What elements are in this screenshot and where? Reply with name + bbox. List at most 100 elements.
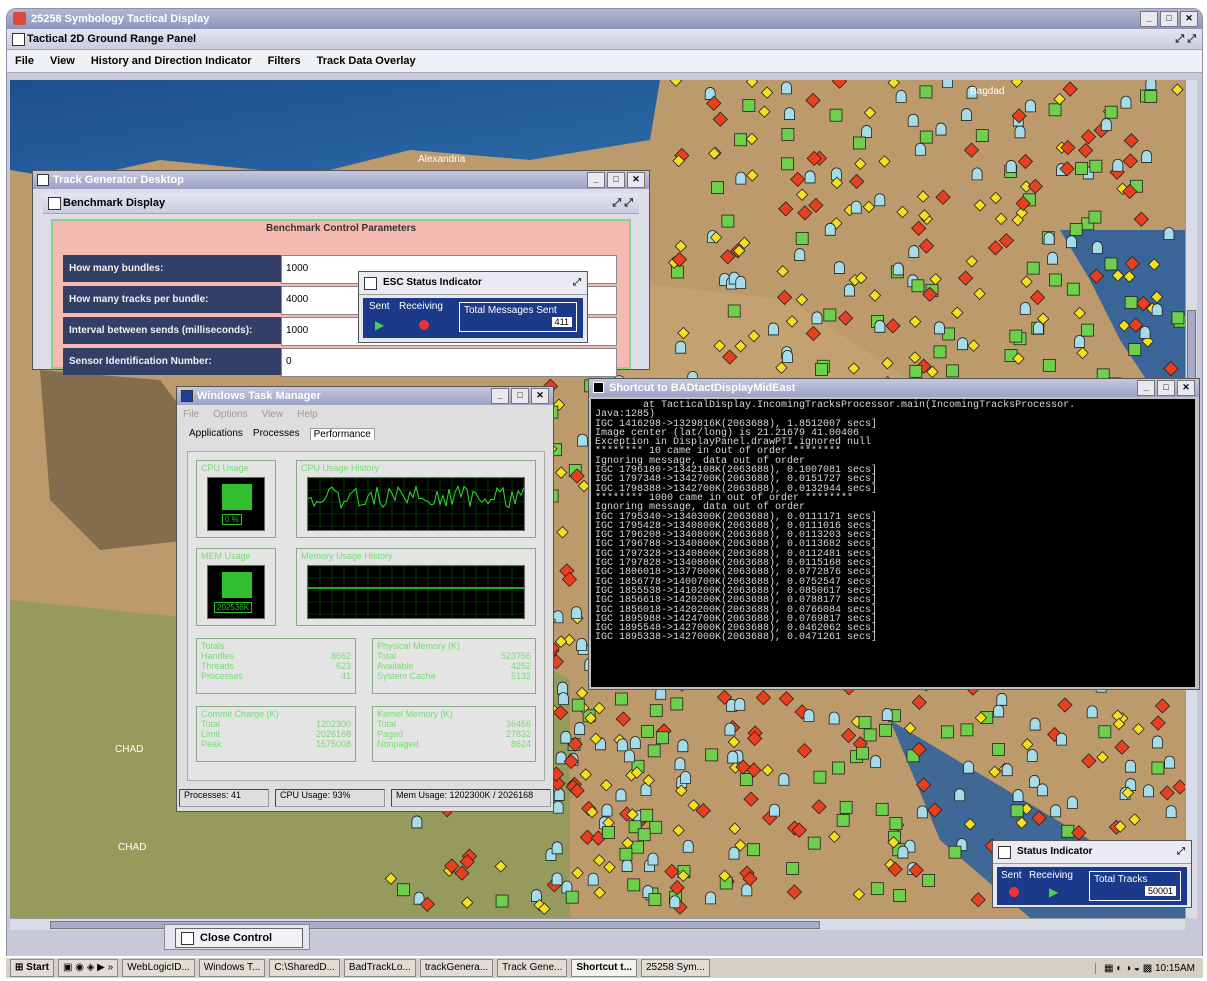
neutral-track-icon[interactable] [552,800,564,814]
friendly-track-icon[interactable] [1088,210,1102,224]
neutral-track-icon[interactable] [675,340,687,354]
friendly-track-icon[interactable] [656,731,669,745]
friendly-track-icon[interactable] [781,127,795,141]
status-resize-icon[interactable]: ⤢ [1177,841,1185,863]
neutral-track-icon[interactable] [907,113,919,127]
neutral-track-icon[interactable] [1125,759,1136,773]
neutral-track-icon[interactable] [735,276,747,289]
friendly-track-icon[interactable] [941,725,954,739]
friendly-track-icon[interactable] [647,744,661,758]
friendly-track-icon[interactable] [839,800,853,814]
esc-status-checkbox-icon[interactable] [364,277,377,290]
neutral-track-icon[interactable] [1037,783,1048,797]
tm-menu-options[interactable]: Options [213,409,247,420]
neutral-track-icon[interactable] [557,692,569,705]
friendly-track-icon[interactable] [815,363,828,376]
neutral-track-icon[interactable] [1143,784,1154,798]
sensor-id-input[interactable]: 0 [281,348,617,377]
friendly-track-icon[interactable] [637,828,651,842]
friendly-track-icon[interactable] [1066,282,1080,296]
neutral-track-icon[interactable] [570,606,582,620]
panel-checkbox-icon[interactable] [12,33,25,46]
neutral-track-icon[interactable] [551,841,563,855]
resize-icon[interactable]: ⤢ ⤢ [1175,29,1196,49]
friendly-track-icon[interactable] [870,882,884,896]
neutral-track-icon[interactable] [850,200,862,214]
neutral-track-icon[interactable] [916,805,928,819]
taskbar-item-trackgene[interactable]: Track Gene... [497,959,568,977]
neutral-track-icon[interactable] [767,322,779,336]
console-close-button[interactable]: ✕ [1177,380,1195,396]
neutral-track-icon[interactable] [993,704,1005,718]
friendly-track-icon[interactable] [831,761,845,775]
friendly-track-icon[interactable] [649,704,663,718]
console-output[interactable]: at TacticalDisplay.IncomingTracksProcess… [591,399,1195,687]
neutral-track-icon[interactable] [881,708,893,721]
friendly-track-icon[interactable] [648,893,662,906]
friendly-track-icon[interactable] [739,773,753,786]
console-titlebar[interactable]: Shortcut to BADtactDisplayMidEast _ □ ✕ [589,379,1199,397]
neutral-track-icon[interactable] [601,803,613,817]
friendly-track-icon[interactable] [933,345,947,359]
neutral-track-icon[interactable] [908,245,920,258]
neutral-track-icon[interactable] [724,722,736,736]
tg-minimize-button[interactable]: _ [587,172,605,188]
friendly-track-icon[interactable] [893,889,907,902]
tab-applications[interactable]: Applications [189,428,243,440]
friendly-track-icon[interactable] [911,279,925,293]
neutral-track-icon[interactable] [734,697,746,711]
neutral-track-icon[interactable] [577,433,588,447]
friendly-track-icon[interactable] [889,817,903,830]
console-maximize-button[interactable]: □ [1157,380,1175,396]
friendly-track-icon[interactable] [1026,261,1040,275]
friendly-track-icon[interactable] [727,304,741,318]
friendly-track-icon[interactable] [975,129,989,142]
friendly-track-icon[interactable] [863,728,877,742]
neutral-track-icon[interactable] [934,321,945,335]
neutral-track-icon[interactable] [824,222,836,236]
neutral-track-icon[interactable] [551,872,563,886]
friendly-track-icon[interactable] [856,746,869,760]
neutral-track-icon[interactable] [1066,796,1078,809]
benchmark-checkbox-icon[interactable] [48,197,61,210]
maximize-button[interactable]: □ [1160,11,1178,27]
menu-file[interactable]: File [15,55,34,67]
neutral-track-icon[interactable] [623,749,635,763]
neutral-track-icon[interactable] [1050,804,1062,818]
neutral-track-icon[interactable] [892,262,904,276]
neutral-track-icon[interactable] [1112,158,1124,172]
tm-close-button[interactable]: ✕ [531,388,549,404]
friendly-track-icon[interactable] [795,232,809,245]
neutral-track-icon[interactable] [833,261,845,274]
friendly-track-icon[interactable] [1009,329,1023,343]
neutral-track-icon[interactable] [914,142,926,156]
neutral-track-icon[interactable] [1024,99,1036,113]
neutral-track-icon[interactable] [844,283,855,297]
tg-maximize-button[interactable]: □ [607,172,625,188]
friendly-track-icon[interactable] [721,214,735,228]
neutral-track-icon[interactable] [957,337,968,351]
friendly-track-icon[interactable] [1144,90,1158,103]
friendly-track-icon[interactable] [397,883,411,897]
neutral-track-icon[interactable] [996,692,1008,706]
friendly-track-icon[interactable] [823,308,837,322]
neutral-track-icon[interactable] [1165,805,1177,818]
friendly-track-icon[interactable] [602,826,615,839]
friendly-track-icon[interactable] [1061,824,1075,838]
neutral-track-icon[interactable] [874,193,886,207]
neutral-track-icon[interactable] [1047,251,1058,265]
start-button[interactable]: ⊞ Start [10,959,54,977]
tm-menu-file[interactable]: File [183,409,199,420]
taskbar-item-badtrack[interactable]: BadTrackLo... [343,959,416,977]
tray-icons[interactable]: ▦ ◐ ◑ ◒ ▩ [1104,963,1155,974]
neutral-track-icon[interactable] [1029,774,1040,788]
menu-history[interactable]: History and Direction Indicator [91,55,252,67]
neutral-track-icon[interactable] [828,711,840,725]
neutral-track-icon[interactable] [647,852,659,866]
neutral-track-icon[interactable] [870,755,882,768]
neutral-track-icon[interactable] [971,167,983,181]
taskbar-item-trackgenera[interactable]: trackGenera... [419,959,494,977]
tab-performance[interactable]: Performance [309,428,375,440]
friendly-track-icon[interactable] [1104,257,1118,271]
neutral-track-icon[interactable] [1043,231,1055,245]
